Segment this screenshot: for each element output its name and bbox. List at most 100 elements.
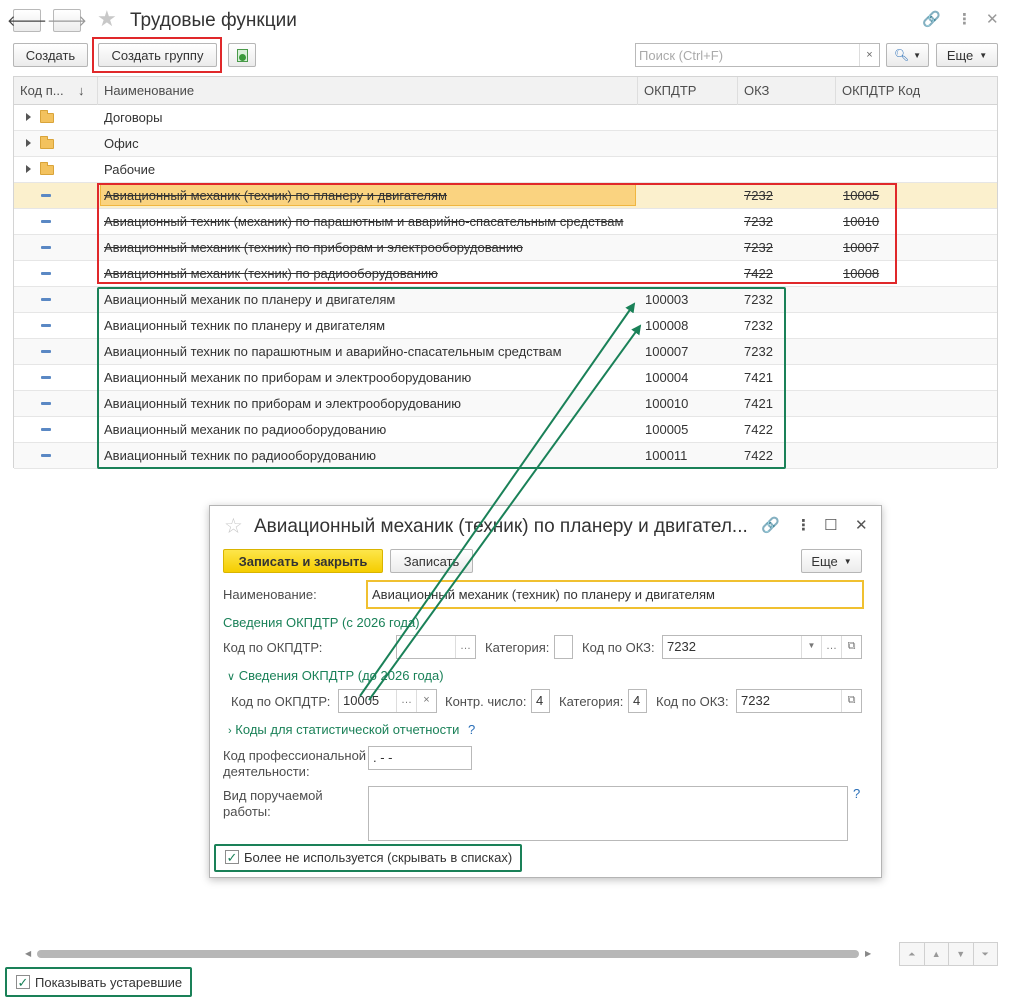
save-and-close-button[interactable]: Записать и закрыть — [223, 549, 383, 573]
category-label: Категория: — [485, 640, 550, 655]
stat-codes-section[interactable]: › Коды для статистической отчетности ? — [228, 722, 475, 737]
close-icon[interactable]: ✕ — [855, 516, 868, 534]
more-button[interactable]: Еще ▼ — [936, 43, 998, 67]
search-clear-button[interactable]: × — [859, 44, 879, 66]
folder-icon — [40, 110, 54, 123]
go-first-button[interactable]: ⏶ — [899, 942, 925, 966]
column-okz[interactable]: ОКЗ — [738, 77, 836, 105]
prof-activity-input[interactable]: . - - — [368, 746, 472, 770]
control-number-input[interactable]: 4 — [531, 689, 550, 713]
more-options-icon[interactable]: ⋮ — [796, 516, 811, 534]
no-longer-used-checkbox[interactable]: ✓ — [225, 850, 239, 864]
element-icon — [41, 194, 51, 197]
show-obsolete-label[interactable]: Показывать устаревшие — [35, 975, 182, 990]
group-row[interactable]: Рабочие — [14, 157, 997, 183]
category-input[interactable] — [554, 635, 573, 659]
link-icon[interactable]: 🔗 — [761, 516, 780, 534]
chevron-down-icon: ▼ — [913, 50, 922, 60]
name-label: Наименование: — [223, 587, 317, 602]
open-icon[interactable]: ⧉ — [841, 690, 861, 712]
go-last-button[interactable]: ⏷ — [972, 942, 998, 966]
element-icon — [41, 350, 51, 353]
up-icon: ▲ — [931, 949, 941, 959]
close-icon[interactable]: ✕ — [986, 10, 999, 28]
show-obsolete-checkbox[interactable]: ✓ — [16, 975, 30, 989]
select-button[interactable]: … — [396, 690, 416, 712]
old-code-okz-input[interactable]: 7232 ⧉ — [736, 689, 862, 713]
column-okpdtr-code[interactable]: ОКПДТР Код — [836, 77, 997, 105]
clear-icon[interactable]: × — [416, 690, 436, 712]
last-icon: ⏷ — [981, 948, 989, 959]
select-button[interactable]: … — [455, 636, 475, 658]
code-okpdtr-label: Код по ОКПДТР: — [223, 640, 323, 655]
group-row[interactable]: Офис — [14, 131, 997, 157]
go-up-button[interactable]: ▲ — [923, 942, 949, 966]
select-button[interactable]: … — [821, 636, 841, 658]
search-input[interactable] — [636, 44, 856, 66]
arrow-left-icon: 🡐 — [6, 13, 48, 30]
prof-activity-label-line2: деятельности: — [223, 764, 310, 779]
search-icon: 🔍︎ — [893, 48, 910, 62]
search-field[interactable]: × — [635, 43, 880, 67]
expand-arrow-icon[interactable] — [26, 165, 31, 173]
no-longer-used-label[interactable]: Более не используется (скрывать в списка… — [244, 850, 512, 865]
control-number-label: Контр. число: — [445, 694, 527, 709]
scroll-right-icon[interactable]: ▶ — [865, 949, 871, 958]
list-navigation: ⏶ ▲ ▼ ⏷ — [899, 942, 998, 966]
group-name: Рабочие — [104, 162, 156, 177]
forward-button[interactable]: 🡒 — [47, 9, 87, 32]
dropdown-button[interactable]: ▼ — [801, 636, 821, 658]
help-icon[interactable]: ? — [468, 722, 475, 737]
old-code-okpdtr-input[interactable]: 10005 … × — [338, 689, 437, 713]
work-type-textarea[interactable] — [368, 786, 848, 841]
save-button[interactable]: Записать — [390, 549, 473, 573]
go-down-button[interactable]: ▼ — [948, 942, 974, 966]
link-icon[interactable]: 🔗 — [922, 10, 941, 28]
sort-down-icon: ↓ — [78, 83, 85, 98]
old-category-label: Категория: — [559, 694, 624, 709]
expand-arrow-icon[interactable] — [26, 113, 31, 121]
folder-icon — [40, 162, 54, 175]
work-type-label-line1: Вид поручаемой — [223, 788, 323, 803]
group-row[interactable]: Договоры — [14, 105, 997, 131]
search-options-button[interactable]: 🔍︎ ▼ — [886, 43, 929, 67]
column-okpdtr[interactable]: ОКПДТР — [638, 77, 738, 105]
column-name[interactable]: Наименование — [98, 77, 638, 105]
maximize-icon[interactable]: ☐ — [824, 516, 837, 534]
old-code-okpdtr-label: Код по ОКПДТР: — [231, 694, 331, 709]
create-group-button[interactable]: Создать группу — [98, 43, 217, 67]
horizontal-scrollbar[interactable]: ◀ ▶ — [25, 947, 871, 961]
more-button[interactable]: Еще ▼ — [801, 549, 862, 573]
open-icon[interactable]: ⧉ — [841, 636, 861, 658]
old-category-input[interactable]: 4 — [628, 689, 647, 713]
new-rows-highlight — [97, 287, 786, 469]
favorite-star-icon[interactable]: ★ — [97, 6, 117, 32]
first-icon: ⏶ — [908, 948, 916, 959]
section-okpdtr-before-2026[interactable]: ∨ Сведения ОКПДТР (до 2026 года) — [227, 668, 444, 683]
copy-button[interactable] — [228, 43, 256, 67]
code-okpdtr-input[interactable]: … — [396, 635, 476, 659]
scroll-left-icon[interactable]: ◀ — [25, 949, 31, 958]
code-okz-value: 7232 — [667, 639, 696, 654]
name-input[interactable]: Авиационный механик (техник) по планеру … — [366, 580, 864, 609]
section-okpdtr-2026[interactable]: Сведения ОКПДТР (с 2026 года) — [223, 615, 420, 630]
more-options-icon[interactable]: ⋮ — [957, 10, 972, 28]
favorite-star-icon[interactable]: ☆ — [224, 514, 243, 539]
back-button[interactable]: 🡐 — [7, 9, 47, 32]
expand-arrow-icon[interactable] — [26, 139, 31, 147]
old-code-okz-value: 7232 — [741, 693, 770, 708]
scrollbar-thumb[interactable] — [37, 950, 859, 958]
help-icon[interactable]: ? — [853, 786, 860, 801]
work-type-label-line2: работы: — [223, 804, 271, 819]
column-code[interactable]: Код п... ↓ — [14, 77, 98, 105]
checkmark-icon: ✓ — [17, 974, 29, 990]
stat-codes-label: Коды для статистической отчетности — [235, 722, 460, 737]
chevron-down-icon: ∨ — [227, 671, 236, 683]
create-button[interactable]: Создать — [13, 43, 88, 67]
code-okz-input[interactable]: 7232 ▼ … ⧉ — [662, 635, 862, 659]
element-icon — [41, 298, 51, 301]
section-okpdtr-before-2026-label: Сведения ОКПДТР (до 2026 года) — [238, 668, 444, 683]
column-code-label: Код п... — [20, 83, 64, 98]
prof-activity-label-line1: Код профессиональной — [223, 748, 367, 763]
element-icon — [41, 324, 51, 327]
